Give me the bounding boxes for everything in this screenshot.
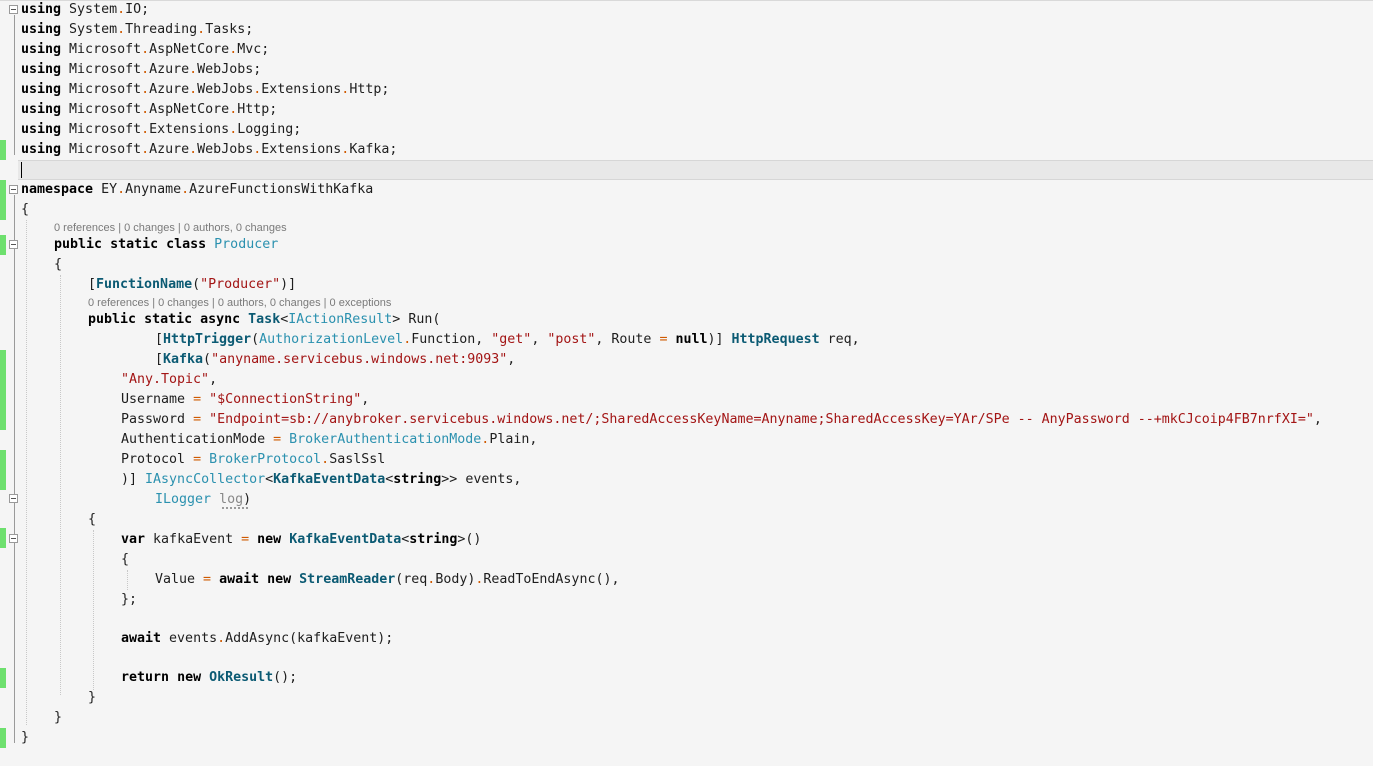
code-line[interactable]: using Microsoft.AspNetCore.Http; (21, 100, 277, 120)
change-marker (0, 350, 6, 370)
indent-guide (127, 570, 128, 590)
using-ns: Microsoft.Extensions.Logging (69, 122, 294, 137)
collapse-toggle-initializer[interactable] (9, 534, 18, 543)
code-line[interactable]: using Microsoft.Azure.WebJobs.Extensions… (21, 140, 397, 160)
code-line[interactable]: using System.IO; (21, 0, 149, 20)
collapse-toggle-method[interactable] (9, 494, 18, 503)
unused-param-hint (222, 505, 248, 509)
change-marker (0, 180, 6, 200)
collapse-toggle-namespace[interactable] (9, 185, 18, 194)
code-line[interactable]: AuthenticationMode = BrokerAuthenticatio… (121, 430, 537, 450)
codelens-class[interactable]: 0 references | 0 changes | 0 authors, 0 … (54, 221, 287, 235)
code-line[interactable]: return new OkResult(); (121, 668, 297, 688)
codelens-method[interactable]: 0 references | 0 changes | 0 authors, 0 … (88, 296, 391, 310)
code-line[interactable]: Value = await new StreamReader(req.Body)… (155, 570, 619, 590)
code-line[interactable]: public static class Producer (54, 235, 278, 255)
code-line[interactable]: { (121, 550, 129, 570)
change-marker (0, 470, 6, 490)
code-editor[interactable]: using System.IO; using System.Threading.… (0, 0, 1373, 766)
code-line[interactable]: )] IAsyncCollector<KafkaEventData<string… (121, 470, 521, 490)
change-marker (0, 410, 6, 430)
using-ns: Microsoft.AspNetCore.Mvc (69, 42, 262, 57)
code-line[interactable]: } (21, 728, 29, 748)
change-marker (0, 140, 6, 160)
code-line[interactable]: [Kafka("anyname.servicebus.windows.net:9… (155, 350, 515, 370)
collapse-toggle-class[interactable] (9, 240, 18, 249)
code-line[interactable]: public static async Task<IActionResult> … (88, 310, 440, 330)
code-line[interactable]: using Microsoft.AspNetCore.Mvc; (21, 40, 269, 60)
indent-guide (26, 220, 27, 725)
indent-guide (93, 530, 94, 690)
outline-line (14, 15, 15, 155)
change-marker (0, 235, 6, 255)
current-line-highlight (18, 160, 1373, 180)
code-line[interactable]: await events.AddAsync(kafkaEvent); (121, 629, 393, 649)
class-name: Producer (214, 237, 279, 252)
collapse-toggle-usings[interactable] (9, 5, 18, 14)
code-line[interactable]: [HttpTrigger(AuthorizationLevel.Function… (155, 330, 860, 350)
using-ns: Microsoft.Azure.WebJobs (69, 62, 254, 77)
change-marker (0, 528, 6, 548)
code-line[interactable]: using Microsoft.Azure.WebJobs.Extensions… (21, 80, 389, 100)
using-ns: System.IO (69, 2, 142, 17)
code-line[interactable]: } (54, 708, 62, 728)
using-ns: Microsoft.Azure.WebJobs.Extensions.Http (69, 82, 382, 97)
using-ns: Microsoft.AspNetCore.Http (69, 102, 270, 117)
indent-guide (60, 275, 61, 695)
change-marker (0, 370, 6, 390)
code-line[interactable]: } (88, 688, 96, 708)
code-line[interactable]: [FunctionName("Producer")] (88, 275, 296, 295)
code-line[interactable]: Username = "$ConnectionString", (121, 390, 369, 410)
code-line[interactable]: using Microsoft.Azure.WebJobs; (21, 60, 261, 80)
change-marker (0, 200, 6, 220)
code-line[interactable]: namespace EY.Anyname.AzureFunctionsWithK… (21, 180, 373, 200)
code-line[interactable]: var kafkaEvent = new KafkaEventData<stri… (121, 530, 481, 550)
outline-line (14, 195, 15, 743)
code-line[interactable]: using Microsoft.Extensions.Logging; (21, 120, 301, 140)
text-caret (21, 162, 22, 178)
code-line[interactable]: { (54, 255, 62, 275)
code-line[interactable]: { (88, 510, 96, 530)
change-marker (0, 668, 6, 688)
code-line[interactable]: using System.Threading.Tasks; (21, 20, 253, 40)
using-ns: System.Threading.Tasks (69, 22, 246, 37)
code-line[interactable]: { (21, 200, 29, 220)
using-ns: Microsoft.Azure.WebJobs.Extensions.Kafka (69, 142, 390, 157)
code-line[interactable]: Protocol = BrokerProtocol.SaslSsl (121, 450, 385, 470)
change-marker (0, 390, 6, 410)
code-line[interactable]: Password = "Endpoint=sb://anybroker.serv… (121, 410, 1322, 430)
change-marker (0, 450, 6, 470)
code-line[interactable]: "Any.Topic", (121, 370, 217, 390)
change-marker (0, 728, 6, 748)
code-line[interactable]: }; (121, 590, 137, 610)
editor-top-border (0, 0, 1373, 1)
namespace-name: EY.Anyname.AzureFunctionsWithKafka (101, 182, 374, 197)
